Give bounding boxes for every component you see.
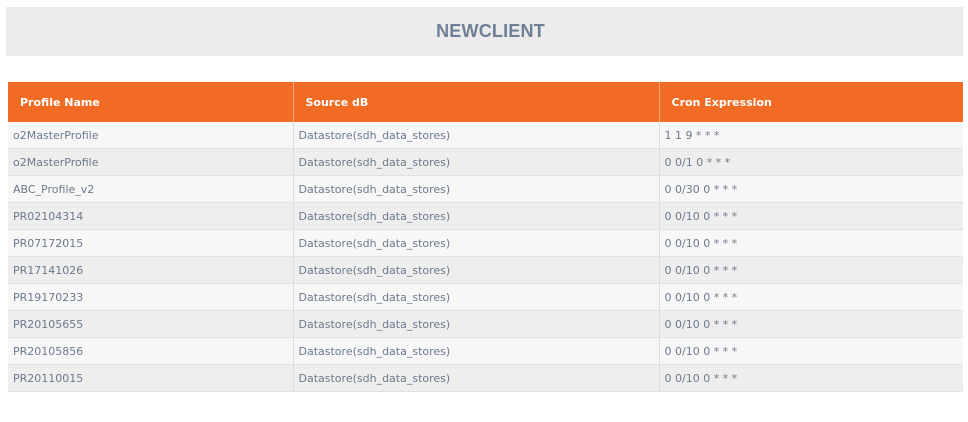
table-row[interactable]: o2MasterProfile Datastore(sdh_data_store… [8, 122, 963, 149]
source-db-cell: Datastore(sdh_data_stores) [292, 283, 659, 311]
source-db-cell: Datastore(sdh_data_stores) [292, 310, 659, 338]
source-db-cell: Datastore(sdh_data_stores) [292, 148, 659, 176]
profile-name-cell: ABC_Profile_v2 [8, 175, 293, 203]
cron-expression-cell: 0 0/30 0 * * * [658, 175, 963, 203]
table-row[interactable]: o2MasterProfile Datastore(sdh_data_store… [8, 148, 963, 176]
profile-name-cell: PR19170233 [8, 283, 293, 311]
table-row[interactable]: PR02104314 Datastore(sdh_data_stores) 0 … [8, 202, 963, 230]
column-header-profile-name[interactable]: Profile Name [8, 82, 293, 122]
source-db-cell: Datastore(sdh_data_stores) [292, 122, 659, 149]
source-db-cell: Datastore(sdh_data_stores) [292, 175, 659, 203]
source-db-cell: Datastore(sdh_data_stores) [292, 364, 659, 392]
table-row[interactable]: PR20105655 Datastore(sdh_data_stores) 0 … [8, 310, 963, 338]
table-row[interactable]: PR20105856 Datastore(sdh_data_stores) 0 … [8, 337, 963, 365]
table-row[interactable]: PR07172015 Datastore(sdh_data_stores) 0 … [8, 229, 963, 257]
cron-expression-cell: 0 0/10 0 * * * [658, 229, 963, 257]
profile-name-cell: PR17141026 [8, 256, 293, 284]
table-row[interactable]: PR17141026 Datastore(sdh_data_stores) 0 … [8, 256, 963, 284]
table-header-row: Profile Name Source dB Cron Expression [8, 82, 963, 122]
source-db-cell: Datastore(sdh_data_stores) [292, 229, 659, 257]
profile-name-cell: PR20105655 [8, 310, 293, 338]
profile-name-cell: PR07172015 [8, 229, 293, 257]
cron-expression-cell: 0 0/1 0 * * * [658, 148, 963, 176]
cron-expression-cell: 0 0/10 0 * * * [658, 256, 963, 284]
page-title: NEWCLIENT [436, 21, 545, 41]
profile-name-cell: PR20110015 [8, 364, 293, 392]
cron-expression-cell: 0 0/10 0 * * * [658, 283, 963, 311]
cron-expression-cell: 1 1 9 * * * [658, 122, 963, 149]
source-db-cell: Datastore(sdh_data_stores) [292, 256, 659, 284]
profiles-table: Profile Name Source dB Cron Expression o… [8, 82, 963, 392]
column-header-source-db[interactable]: Source dB [292, 82, 659, 122]
source-db-cell: Datastore(sdh_data_stores) [292, 202, 659, 230]
title-bar: NEWCLIENT [6, 7, 963, 56]
source-db-cell: Datastore(sdh_data_stores) [292, 337, 659, 365]
table-row[interactable]: PR20110015 Datastore(sdh_data_stores) 0 … [8, 364, 963, 392]
table-row[interactable]: ABC_Profile_v2 Datastore(sdh_data_stores… [8, 175, 963, 203]
table-row[interactable]: PR19170233 Datastore(sdh_data_stores) 0 … [8, 283, 963, 311]
profile-name-cell: PR20105856 [8, 337, 293, 365]
profile-name-cell: o2MasterProfile [8, 148, 293, 176]
cron-expression-cell: 0 0/10 0 * * * [658, 337, 963, 365]
profile-name-cell: o2MasterProfile [8, 122, 293, 149]
cron-expression-cell: 0 0/10 0 * * * [658, 310, 963, 338]
cron-expression-cell: 0 0/10 0 * * * [658, 364, 963, 392]
cron-expression-cell: 0 0/10 0 * * * [658, 202, 963, 230]
column-header-cron-expression[interactable]: Cron Expression [658, 82, 963, 122]
profile-name-cell: PR02104314 [8, 202, 293, 230]
